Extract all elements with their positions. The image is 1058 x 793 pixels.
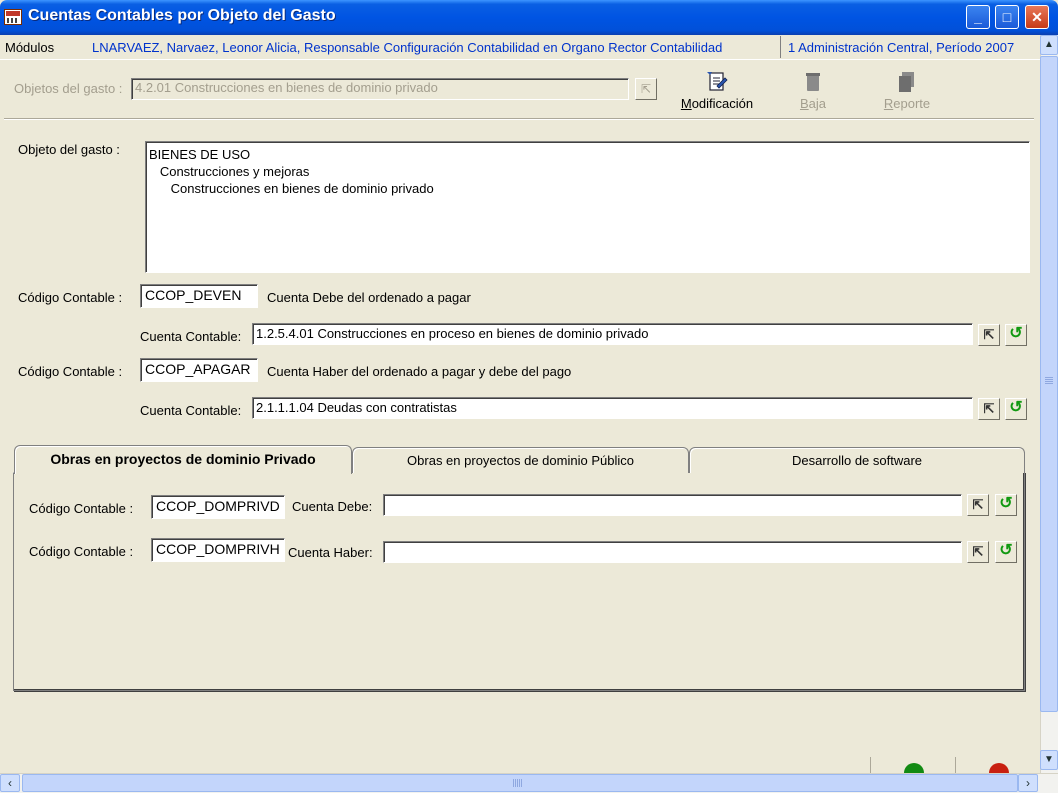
accept-icon[interactable] [904, 763, 924, 773]
bottom-separator [955, 757, 956, 773]
tab-dominio-publico[interactable]: Obras en proyectos de dominio Público [352, 447, 689, 473]
codigo-haber-field[interactable]: CCOP_APAGAR [140, 358, 258, 382]
cuenta-haber-undo-button[interactable]: ↺ [1005, 398, 1027, 420]
window-title: Cuentas Contables por Objeto del Gasto [28, 7, 336, 24]
undo-icon: ↺ [1009, 399, 1023, 416]
tab-cuenta-haber-pick-button[interactable]: ⇱ [967, 541, 989, 563]
tab-cuenta-debe-field[interactable] [383, 494, 962, 516]
cuenta-haber-pick-button[interactable]: ⇱ [978, 398, 1000, 420]
codigo-label-haber: Código Contable : [18, 364, 123, 379]
tab-desarrollo-software[interactable]: Desarrollo de software [689, 447, 1025, 473]
search-label: Objetos del gasto : [14, 81, 123, 96]
tab-dominio-privado[interactable]: Obras en proyectos de dominio Privado [14, 445, 352, 474]
modificacion-button[interactable]: Modificación [672, 66, 762, 118]
pick-from-list-icon: ⇱ [972, 544, 984, 559]
minimize-button[interactable]: _ [966, 5, 990, 29]
cuenta-contable-label-debe: Cuenta Contable: [140, 329, 242, 344]
pick-from-list-icon: ⇱ [972, 497, 984, 512]
vertical-scroll-thumb[interactable] [1040, 56, 1058, 712]
undo-icon: ↺ [999, 495, 1013, 512]
tab-cuenta-debe-undo-button[interactable]: ↺ [995, 494, 1017, 516]
horizontal-scroll-thumb[interactable] [22, 774, 1018, 792]
close-button[interactable]: ✕ [1025, 5, 1049, 29]
tab-cuenta-haber-undo-button[interactable]: ↺ [995, 541, 1017, 563]
debe-description: Cuenta Debe del ordenado a pagar [267, 290, 471, 305]
cuenta-haber-field[interactable]: 2.1.1.1.04 Deudas con contratistas [252, 397, 973, 419]
haber-description: Cuenta Haber del ordenado a pagar y debe… [267, 364, 572, 379]
modules-menu[interactable]: Módulos [5, 40, 54, 55]
baja-label: Baja [799, 96, 827, 111]
cuenta-contable-label-haber: Cuenta Contable: [140, 403, 242, 418]
pick-from-list-icon: ⇱ [983, 327, 995, 342]
reporte-button[interactable]: Reporte [862, 66, 952, 118]
tab-codigo-label-debe: Código Contable : [29, 501, 134, 516]
pick-from-list-icon: ⇱ [983, 401, 995, 416]
undo-icon: ↺ [999, 542, 1013, 559]
scroll-left-arrow-icon[interactable]: ‹ [0, 774, 20, 792]
user-info: LNARVAEZ, Narvaez, Leonor Alicia, Respon… [92, 40, 723, 55]
edit-document-icon [705, 70, 729, 94]
cuenta-debe-pick-button[interactable]: ⇱ [978, 324, 1000, 346]
objeto-tree-box[interactable]: BIENES DE USO Construcciones y mejoras C… [145, 141, 1030, 273]
baja-button[interactable]: Baja [768, 66, 858, 118]
tab-cuenta-debe-pick-button[interactable]: ⇱ [967, 494, 989, 516]
app-icon [4, 9, 22, 25]
tab-cuenta-haber-label: Cuenta Haber: [288, 545, 373, 560]
cuenta-debe-field[interactable]: 1.2.5.4.01 Construcciones en proceso en … [252, 323, 973, 345]
tab-codigo-label-haber: Código Contable : [29, 544, 134, 559]
tab-cuenta-debe-label: Cuenta Debe: [292, 499, 373, 514]
maximize-button[interactable]: □ [995, 5, 1019, 29]
scroll-down-arrow-icon[interactable]: ▼ [1040, 750, 1058, 770]
tab-codigo-debe-field[interactable]: CCOP_DOMPRIVD [151, 495, 285, 519]
objeto-label: Objeto del gasto : [18, 142, 120, 157]
tab-codigo-haber-field[interactable]: CCOP_DOMPRIVH [151, 538, 285, 562]
report-icon [895, 70, 919, 94]
codigo-debe-field[interactable]: CCOP_DEVEN [140, 284, 258, 308]
pick-from-list-icon: ⇱ [640, 82, 652, 96]
reporte-label: Reporte [883, 96, 931, 111]
undo-icon: ↺ [1009, 325, 1023, 342]
codigo-label-debe: Código Contable : [18, 290, 123, 305]
trash-icon [801, 70, 825, 94]
period-info: 1 Administración Central, Período 2007 [788, 40, 1015, 55]
cuenta-debe-undo-button[interactable]: ↺ [1005, 324, 1027, 346]
modificacion-label: Modificación [680, 96, 754, 111]
status-separator [780, 36, 781, 58]
cancel-icon[interactable] [989, 763, 1009, 773]
objeto-search-field[interactable]: 4.2.01 Construcciones en bienes de domin… [131, 78, 629, 100]
tab-cuenta-haber-field[interactable] [383, 541, 962, 563]
search-pick-button[interactable]: ⇱ [635, 78, 657, 100]
scroll-right-arrow-icon[interactable]: › [1018, 774, 1038, 792]
scroll-up-arrow-icon[interactable]: ▲ [1040, 35, 1058, 55]
bottom-separator [870, 757, 871, 773]
